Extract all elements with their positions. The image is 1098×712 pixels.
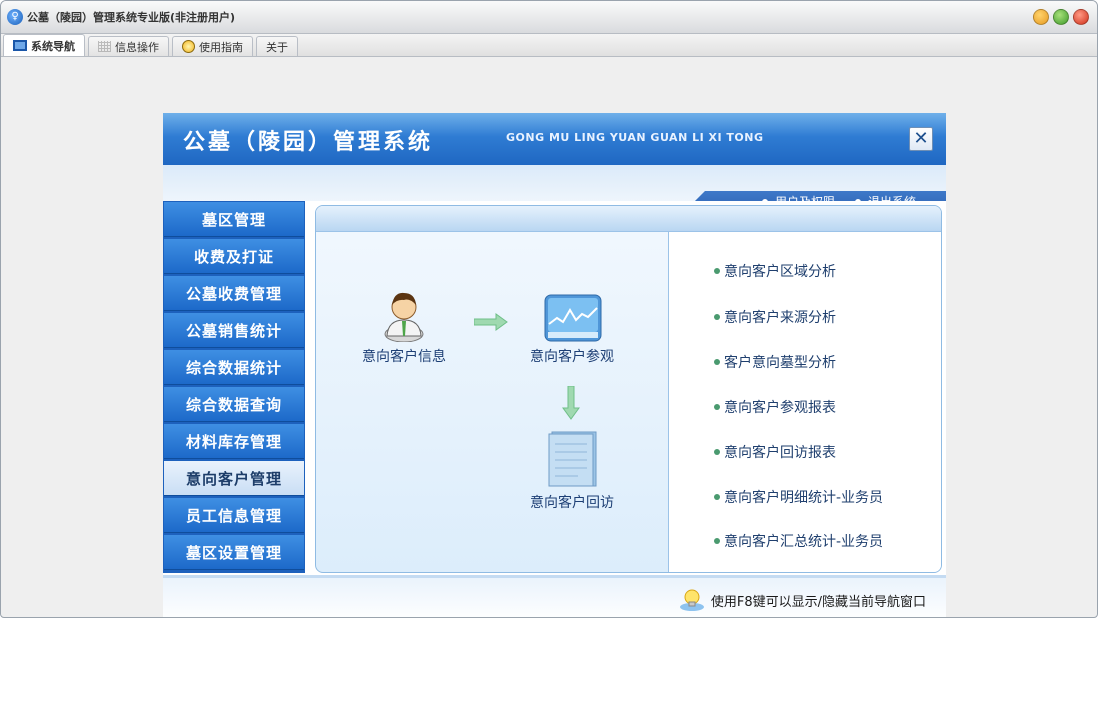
analysis-link-detail-stats[interactable]: 意向客户明细统计-业务员 xyxy=(714,487,883,507)
panel-body: 墓区管理 收费及打证 公墓收费管理 公墓销售统计 综合数据统计 综合数据查询 材… xyxy=(163,201,946,575)
visit-label[interactable]: 意向客户参观 xyxy=(530,346,614,366)
panel-band: 用户及权限 退出系统 xyxy=(163,165,946,212)
revisit-document-icon[interactable] xyxy=(548,430,598,488)
guide-icon xyxy=(182,40,195,53)
app-logo-icon: ♀ xyxy=(7,9,23,25)
tab-system-nav[interactable]: 系统导航 xyxy=(3,34,85,56)
window-controls xyxy=(1033,9,1089,25)
tab-label: 使用指南 xyxy=(199,40,243,54)
sidebar-item-fees-certificates[interactable]: 收费及打证 xyxy=(164,239,304,274)
analysis-link-summary-stats[interactable]: 意向客户汇总统计-业务员 xyxy=(714,531,883,551)
analysis-link-revisit-report[interactable]: 意向客户回访报表 xyxy=(714,442,836,462)
bullet-icon xyxy=(714,449,720,455)
customer-info-icon[interactable] xyxy=(382,290,426,342)
minimize-button[interactable] xyxy=(1033,9,1049,25)
sidebar-item-cemetery-fees[interactable]: 公墓收费管理 xyxy=(164,276,304,311)
analysis-label: 意向客户明细统计-业务员 xyxy=(724,490,884,506)
panel-title: 公墓（陵园）管理系统 xyxy=(183,129,434,155)
bullet-icon xyxy=(714,359,720,365)
close-window-button[interactable] xyxy=(1073,9,1089,25)
analysis-label: 客户意向墓型分析 xyxy=(724,355,836,371)
revisit-label[interactable]: 意向客户回访 xyxy=(530,492,614,512)
analysis-label: 意向客户区域分析 xyxy=(724,264,836,280)
sidebar-item-sales-stats[interactable]: 公墓销售统计 xyxy=(164,313,304,348)
hint-text: 使用F8键可以显示/隐藏当前导航窗口 xyxy=(710,594,926,610)
analysis-link-tomb-type[interactable]: 客户意向墓型分析 xyxy=(714,352,836,372)
analysis-link-source[interactable]: 意向客户来源分析 xyxy=(714,307,836,327)
content-area: 意向客户信息 意向客户参观 意向客户回访 意向客户区域分析 意向客户来源分析 客… xyxy=(315,205,942,573)
sidebar-item-employees[interactable]: 员工信息管理 xyxy=(164,498,304,533)
analysis-link-visit-report[interactable]: 意向客户参观报表 xyxy=(714,397,836,417)
analysis-list: 意向客户区域分析 意向客户来源分析 客户意向墓型分析 意向客户参观报表 意向客户… xyxy=(669,232,941,572)
workflow-diagram: 意向客户信息 意向客户参观 意向客户回访 xyxy=(316,232,669,572)
sidebar-item-data-query[interactable]: 综合数据查询 xyxy=(164,387,304,422)
sidebar-item-prospects[interactable]: 意向客户管理 xyxy=(164,461,304,496)
navigation-panel: 公墓（陵园）管理系统 GONG MU LING YUAN GUAN LI XI … xyxy=(163,113,946,617)
sidebar-item-area-settings[interactable]: 墓区设置管理 xyxy=(164,535,304,570)
customer-info-label[interactable]: 意向客户信息 xyxy=(362,346,446,366)
analysis-label: 意向客户参观报表 xyxy=(724,400,836,416)
sidebar-item-inventory[interactable]: 材料库存管理 xyxy=(164,424,304,459)
arrow-down-icon xyxy=(562,386,580,420)
arrow-right-icon xyxy=(474,313,508,331)
bullet-icon xyxy=(714,314,720,320)
analysis-label: 意向客户来源分析 xyxy=(724,310,836,326)
panel-footer: 使用F8键可以显示/隐藏当前导航窗口 xyxy=(163,575,946,617)
sidebar-item-cemetery-area[interactable]: 墓区管理 xyxy=(164,202,304,237)
tab-label: 信息操作 xyxy=(115,40,159,54)
panel-close-button[interactable]: ✕ xyxy=(909,127,933,151)
title-bar: ♀ 公墓（陵园）管理系统专业版(非注册用户) xyxy=(1,1,1097,34)
tab-about[interactable]: 关于 xyxy=(256,36,298,56)
f8-hint: 使用F8键可以显示/隐藏当前导航窗口 xyxy=(679,588,926,612)
app-window: ♀ 公墓（陵园）管理系统专业版(非注册用户) 系统导航 信息操作 使用指南 关于… xyxy=(0,0,1098,618)
panel-subtitle: GONG MU LING YUAN GUAN LI XI TONG xyxy=(506,131,764,144)
bullet-icon xyxy=(714,404,720,410)
analysis-link-region[interactable]: 意向客户区域分析 xyxy=(714,261,836,281)
bullet-icon xyxy=(714,268,720,274)
visit-chart-icon[interactable] xyxy=(544,294,602,342)
monitor-icon xyxy=(13,40,27,51)
lightbulb-icon xyxy=(679,589,704,611)
tab-bar: 系统导航 信息操作 使用指南 关于 xyxy=(1,34,1097,57)
analysis-label: 意向客户回访报表 xyxy=(724,445,836,461)
tab-info-ops[interactable]: 信息操作 xyxy=(88,36,169,56)
sidebar-item-data-stats[interactable]: 综合数据统计 xyxy=(164,350,304,385)
grid-icon xyxy=(98,41,111,52)
tab-label: 关于 xyxy=(266,40,288,54)
panel-header: 公墓（陵园）管理系统 GONG MU LING YUAN GUAN LI XI … xyxy=(163,113,946,165)
content-header xyxy=(316,206,941,232)
tab-label: 系统导航 xyxy=(31,39,75,53)
bullet-icon xyxy=(714,494,720,500)
maximize-button[interactable] xyxy=(1053,9,1069,25)
tab-user-guide[interactable]: 使用指南 xyxy=(172,36,253,56)
window-title: 公墓（陵园）管理系统专业版(非注册用户) xyxy=(27,11,236,24)
sidebar: 墓区管理 收费及打证 公墓收费管理 公墓销售统计 综合数据统计 综合数据查询 材… xyxy=(163,201,305,573)
analysis-label: 意向客户汇总统计-业务员 xyxy=(724,534,884,550)
bullet-icon xyxy=(714,538,720,544)
